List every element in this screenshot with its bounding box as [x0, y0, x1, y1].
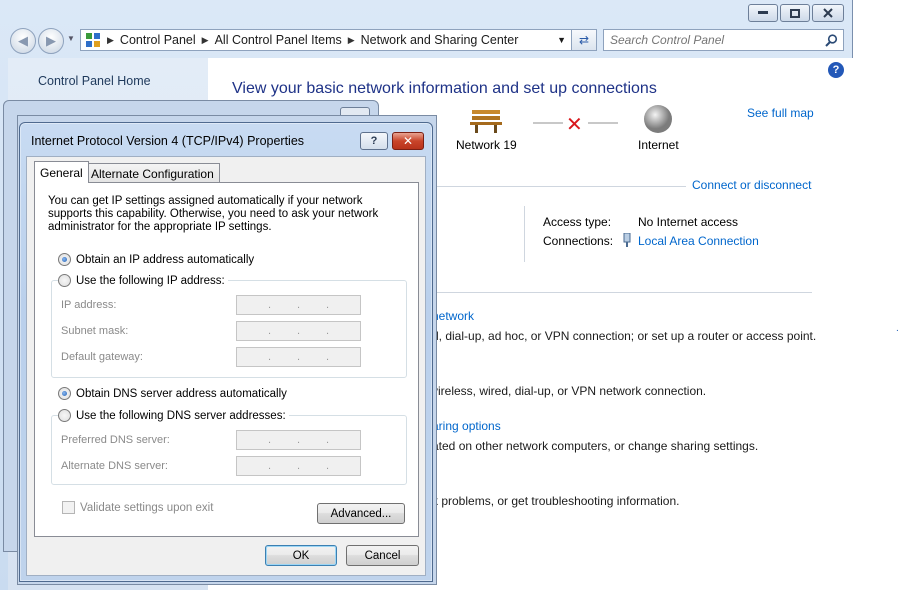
obtain-dns-auto-option[interactable]: Obtain DNS server address automatically — [58, 387, 287, 400]
page-title: View your basic network information and … — [232, 80, 657, 97]
obtain-ip-auto-label: Obtain an IP address automatically — [76, 253, 255, 266]
minimize-icon — [758, 11, 768, 14]
access-type-value: No Internet access — [638, 215, 739, 229]
network-node-label: Network 19 — [456, 138, 517, 152]
forward-button[interactable]: ▶ — [38, 28, 64, 54]
dialog-title: Internet Protocol Version 4 (TCP/IPv4) P… — [31, 134, 305, 148]
tab-alternate-configuration[interactable]: Alternate Configuration — [85, 163, 220, 183]
use-following-dns-option[interactable]: Use the following DNS server addresses: — [58, 409, 289, 422]
obtain-dns-auto-label: Obtain DNS server address automatically — [76, 387, 287, 400]
dialog-description: You can get IP settings assigned automat… — [48, 195, 379, 233]
refresh-button[interactable]: ⇄ — [571, 29, 597, 51]
radio-unchecked-icon[interactable] — [58, 409, 71, 422]
column-divider — [524, 206, 525, 262]
validate-settings-option: Validate settings upon exit — [62, 501, 213, 514]
general-tab-panel: You can get IP settings assigned automat… — [34, 182, 419, 537]
obtain-ip-auto-option[interactable]: Obtain an IP address automatically — [58, 253, 254, 266]
connect-or-disconnect-link[interactable]: Connect or disconnect — [692, 178, 811, 192]
connect-to-network-desc: vireless, wired, dial-up, or VPN network… — [432, 384, 707, 398]
tab-general[interactable]: General — [34, 161, 89, 183]
close-icon — [823, 8, 833, 18]
default-gateway-field: ... — [236, 347, 361, 367]
connection-line — [533, 122, 563, 124]
search-input[interactable] — [604, 30, 814, 50]
subnet-mask-field: ... — [236, 321, 361, 341]
help-icon[interactable]: ? — [828, 62, 844, 78]
dialog-help-button[interactable]: ? — [360, 132, 388, 150]
alternate-dns-field: ... — [236, 456, 361, 476]
connection-line — [588, 122, 618, 124]
park-bench-icon — [470, 110, 503, 133]
stray-dot: . — [896, 323, 899, 334]
breadcrumb-separator-icon[interactable]: ▶ — [202, 35, 209, 46]
ip-address-label: IP address: — [61, 299, 117, 311]
use-following-ip-option[interactable]: Use the following IP address: — [58, 274, 228, 287]
back-arrow-icon: ◀ — [18, 33, 28, 48]
search-box — [603, 29, 844, 51]
forward-arrow-icon: ▶ — [46, 33, 56, 48]
subnet-mask-label: Subnet mask: — [61, 325, 129, 337]
maximize-button[interactable] — [780, 4, 810, 22]
advanced-button[interactable]: Advanced... — [317, 503, 405, 524]
cancel-button[interactable]: Cancel — [346, 545, 419, 566]
navigation-bar: ◀ ▶ ▼ ▶ Control Panel ▶ All Control Pane… — [8, 28, 844, 54]
connections-label: Connections: — [543, 234, 614, 248]
window-controls — [748, 4, 844, 22]
control-panel-home-link[interactable]: Control Panel Home — [38, 74, 151, 88]
network-node[interactable]: Network 19 — [456, 104, 517, 152]
alternate-dns-label: Alternate DNS server: — [61, 460, 168, 472]
breadcrumb-all-items[interactable]: All Control Panel Items — [215, 33, 342, 47]
sharing-options-desc: ated on other network computers, or chan… — [432, 439, 759, 453]
control-panel-icon — [86, 33, 100, 47]
breadcrumb-separator-icon[interactable]: ▶ — [348, 35, 355, 46]
address-dropdown-icon[interactable]: ▼ — [557, 35, 566, 45]
close-window-button[interactable] — [812, 4, 844, 22]
sharing-options-link[interactable]: aring options — [432, 419, 501, 433]
minimize-button[interactable] — [748, 4, 778, 22]
checkbox-unchecked-icon — [62, 501, 75, 514]
dialog-body: General Alternate Configuration You can … — [26, 156, 426, 576]
use-following-dns-label: Use the following DNS server addresses: — [76, 409, 286, 422]
search-icon[interactable] — [825, 34, 838, 47]
ip-address-field: ... — [236, 295, 361, 315]
restore-icon — [790, 8, 800, 18]
address-bar[interactable]: ▶ Control Panel ▶ All Control Panel Item… — [80, 29, 597, 51]
troubleshoot-desc: k problems, or get troubleshooting infor… — [432, 494, 680, 508]
preferred-dns-field: ... — [236, 430, 361, 450]
validate-settings-label: Validate settings upon exit — [80, 501, 214, 514]
breadcrumb-network-sharing[interactable]: Network and Sharing Center — [361, 33, 519, 47]
back-button[interactable]: ◀ — [10, 28, 36, 54]
internet-node-label: Internet — [638, 138, 679, 152]
radio-checked-icon[interactable] — [58, 253, 71, 266]
radio-checked-icon[interactable] — [58, 387, 71, 400]
recent-pages-dropdown-icon[interactable]: ▼ — [67, 34, 75, 43]
help-icon: ? — [370, 135, 378, 147]
default-gateway-label: Default gateway: — [61, 351, 143, 363]
section-divider — [436, 186, 686, 187]
preferred-dns-label: Preferred DNS server: — [61, 434, 170, 446]
setup-new-connection-desc: d, dial-up, ad hoc, or VPN connection; o… — [432, 329, 817, 343]
use-following-ip-label: Use the following IP address: — [76, 274, 225, 287]
radio-unchecked-icon[interactable] — [58, 274, 71, 287]
internet-node[interactable]: Internet — [638, 104, 679, 152]
no-connection-x-icon[interactable]: ✕ — [566, 112, 583, 137]
section-divider — [436, 292, 812, 293]
ok-button[interactable]: OK — [265, 545, 337, 566]
globe-icon — [644, 105, 673, 133]
dialog-close-button[interactable]: ✕ — [392, 132, 424, 150]
access-type-label: Access type: — [543, 215, 612, 229]
local-area-connection-link[interactable]: Local Area Connection — [638, 234, 759, 248]
refresh-icon: ⇄ — [578, 33, 590, 47]
ipv4-properties-dialog: Internet Protocol Version 4 (TCP/IPv4) P… — [19, 122, 433, 582]
ethernet-icon — [622, 232, 632, 250]
breadcrumb-separator-icon[interactable]: ▶ — [107, 35, 114, 46]
see-full-map-link[interactable]: See full map — [747, 106, 814, 120]
setup-new-connection-link[interactable]: network — [432, 309, 474, 323]
breadcrumb-control-panel[interactable]: Control Panel — [120, 33, 196, 47]
close-icon: ✕ — [402, 134, 414, 148]
